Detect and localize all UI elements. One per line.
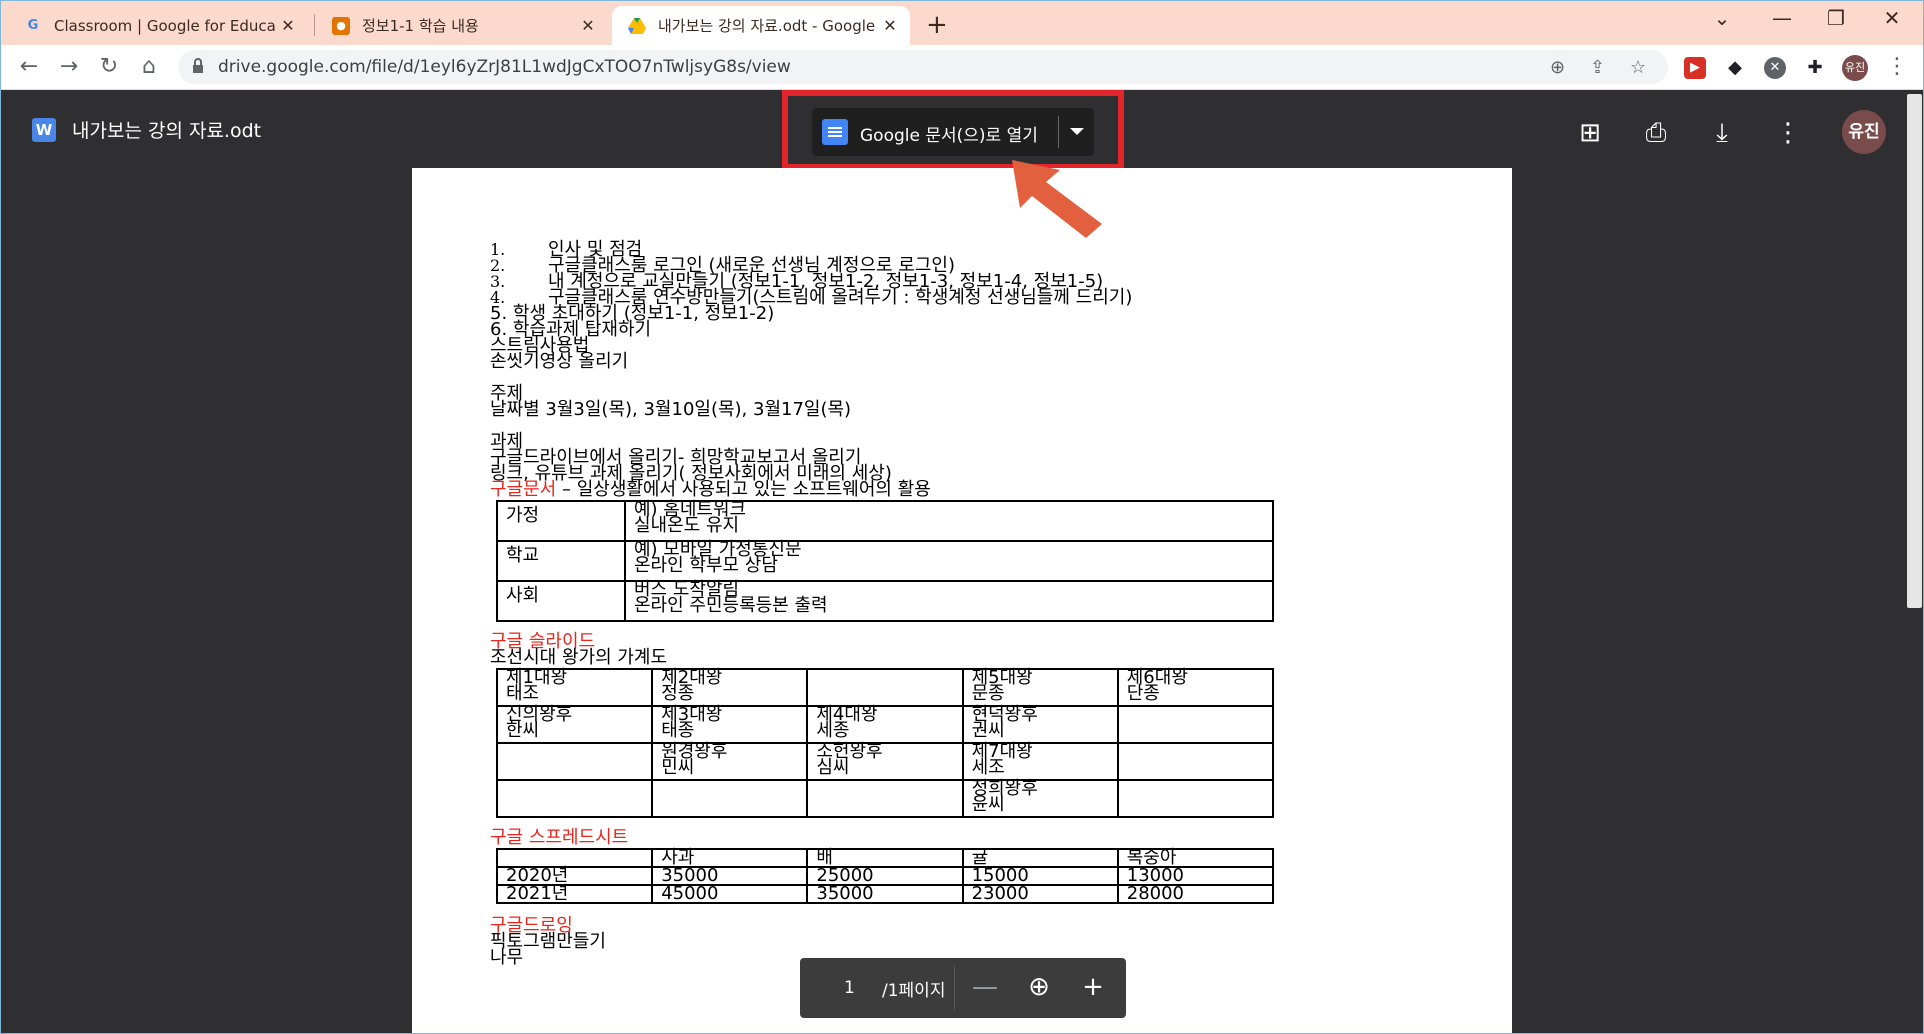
docs-heading: 구글문서 – 일상생활에서 사용되고 있는 소프트웨어의 활용 [490,479,931,500]
tab-title: 내가보는 강의 자료.odt - Google Drive [658,17,878,35]
drawing-heading: 구글드로잉 [490,915,573,936]
lock-icon [193,58,203,73]
close-tab-icon[interactable]: ✕ [878,16,902,35]
classroom-icon: ● [332,16,350,35]
url-text: drive.google.com/file/d/1eyl6yZrJ81L1wdJ… [218,57,791,77]
profile-avatar-small[interactable]: 유진 [1842,55,1868,81]
zoom-in-icon[interactable]: + [1076,972,1110,1002]
word-file-icon: W [32,118,56,142]
sheets-heading: 구글 스프레드시트 [490,827,629,848]
add-comment-icon[interactable]: ⊞ [1572,118,1608,148]
restore-button[interactable]: ❐ [1816,6,1856,30]
highlight-box [782,90,1124,170]
reload-icon[interactable]: ↻ [94,53,124,81]
text-line: 손씻기영상 올리기 [490,351,629,372]
close-window-button[interactable]: ✕ [1872,6,1912,30]
google-g-icon: G [27,18,39,33]
table-row: 정희왕후 윤씨 [495,779,1275,818]
document-body: 1. 인사 및 점검 2. 구글클래스룸 로그인 (새로운 선생님 계정으로 로그인… [490,241,1470,967]
back-icon[interactable]: ← [14,53,44,81]
address-bar[interactable]: drive.google.com/file/d/1eyl6yZrJ81L1wdJ… [178,50,1668,84]
zoom-icon[interactable]: ⊕ [1550,57,1565,78]
new-tab-button[interactable]: + [926,10,948,40]
zoom-out-icon[interactable]: — [968,972,1002,1002]
table-row: 원경왕후 민씨 소헌왕후 심씨 제7대왕 세조 [495,742,1275,781]
tab-title: 정보1-1 학습 내용 [362,17,479,35]
toolbar-divider [954,966,955,1010]
text-line: 픽토그램만들기 [490,931,606,952]
forward-icon[interactable]: → [54,53,84,81]
tab-divider [314,14,315,36]
fruit-price-table: 사과 배 귤 복숭아 2020년 35000 25000 15000 13000 2021년 4… [495,848,1275,904]
tab-drive[interactable]: 내가보는 강의 자료.odt - Google Drive ✕ [612,6,910,45]
document-page: 1. 인사 및 점검 2. 구글클래스룸 로그인 (새로운 선생님 계정으로 로그인… [412,168,1512,1034]
table-row: 가정 예) 홈네트워크 실내온도 유지 [496,500,1274,542]
text-line: 조선시대 왕가의 가계도 [490,647,668,668]
share-icon[interactable]: ⇪ [1590,57,1605,78]
close-tab-icon[interactable]: ✕ [276,16,300,35]
table-row: 2021년 45000 35000 23000 28000 [495,884,1275,904]
examples-table: 가정 예) 홈네트워크 실내온도 유지 학교 예) 모바일 가정통신문 온라인 학부모 … [496,500,1274,622]
page-toolbar: 1 /1페이지 — ⊕ + [800,958,1126,1018]
drive-icon [628,17,646,35]
table-row: 사회 버스 도착알림 온라인 주민등록등본 출력 [496,580,1274,622]
text-line: 6. 학습과제 탑재하기 [490,319,652,340]
extension-gray-icon[interactable]: ✕ [1764,57,1786,79]
minimize-button[interactable]: — [1762,6,1802,30]
table-row: 제1대왕 태조 제2대왕 정종 제5대왕 문종 제6대왕 단종 [495,668,1275,707]
close-tab-icon[interactable]: ✕ [576,16,600,35]
tab-strip: G Classroom | Google for Educatio ✕ ● 정보… [0,0,1924,45]
more-options-icon[interactable]: ⋮ [1770,118,1806,148]
extension-red-icon[interactable]: ▶ [1684,57,1706,79]
scrollbar-thumb[interactable] [1907,94,1922,608]
page-total: /1페이지 [882,981,946,1001]
tab-search-icon[interactable]: ⌄ [1702,6,1742,30]
page-number-input[interactable]: 1 [844,978,855,998]
table-row: 학교 예) 모바일 가정통신문 온라인 학부모 상담 [496,540,1274,582]
file-name: 내가보는 강의 자료.odt [72,120,262,142]
family-tree-table: 제1대왕 태조 제2대왕 정종 제5대왕 문종 제6대왕 단종 신의왕후 한씨 제3대왕 태… [495,668,1275,818]
table-row: 신의왕후 한씨 제3대왕 태종 제4대왕 세종 현덕왕후 권씨 [495,705,1275,744]
browser-toolbar: ← → ↻ ⌂ drive.google.com/file/d/1eyl6yZr… [0,45,1924,90]
tab-class-content[interactable]: ● 정보1-1 학습 내용 ✕ [316,6,608,45]
bookmark-star-icon[interactable]: ☆ [1630,57,1646,78]
text-line: 날짜별 3월3일(목), 3월10일(목), 3월17일(목) [490,399,852,420]
extensions-puzzle-icon[interactable]: ✚ [1804,57,1826,79]
zoom-icon[interactable]: ⊕ [1022,972,1056,1002]
text-line: 스트림사용법 [490,335,590,356]
home-icon[interactable]: ⌂ [134,53,164,81]
account-avatar[interactable]: 유진 [1842,110,1886,154]
tab-title: Classroom | Google for Educatio [54,16,276,35]
tab-classroom[interactable]: G Classroom | Google for Educatio ✕ [8,6,308,45]
browser-menu-icon[interactable]: ⋮ [1882,53,1912,81]
annotation-arrow-icon [1012,160,1102,238]
download-icon[interactable]: ⤓ [1704,118,1740,149]
extension-dark-icon[interactable]: ◆ [1724,57,1746,79]
print-icon[interactable]: ⎙ [1638,118,1674,149]
